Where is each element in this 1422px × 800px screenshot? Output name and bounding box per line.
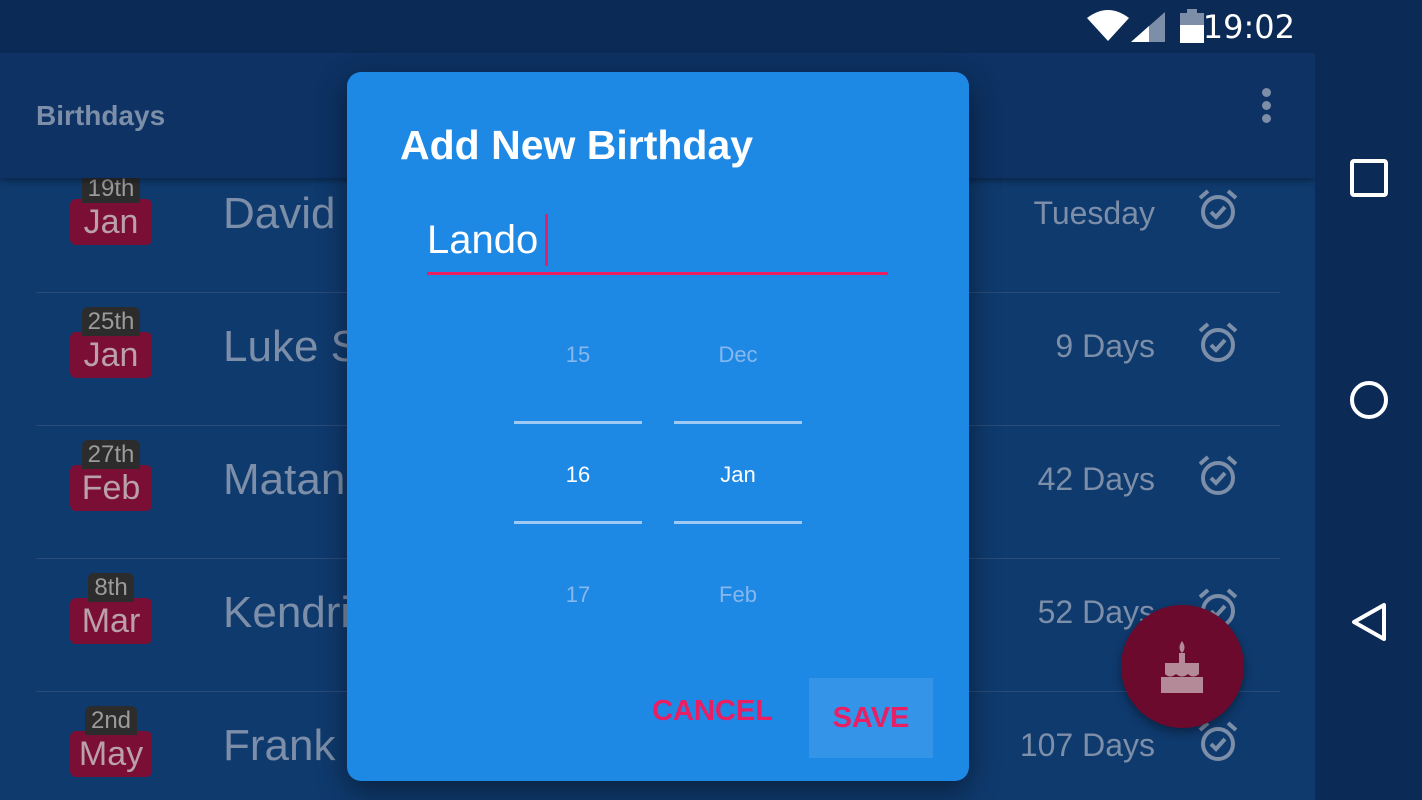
date-month: Feb — [70, 465, 152, 511]
signal-icon — [1131, 12, 1165, 42]
day-picker[interactable]: 15 16 17 — [514, 317, 642, 637]
wifi-icon — [1087, 10, 1129, 41]
name-input-value: Lando — [427, 218, 539, 262]
text-cursor — [545, 214, 548, 266]
person-name: Luke S — [223, 322, 360, 371]
days-until: Tuesday — [1033, 195, 1155, 231]
month-option-selected[interactable]: Jan — [674, 462, 802, 488]
date-badge: 2nd May — [70, 706, 152, 777]
date-month: May — [70, 731, 152, 777]
toolbar-title: Birthdays — [36, 100, 166, 131]
day-option-prev[interactable]: 15 — [514, 342, 642, 368]
month-picker[interactable]: Dec Jan Feb — [674, 317, 802, 637]
date-month: Mar — [70, 598, 152, 644]
home-icon[interactable] — [1349, 380, 1389, 420]
navigation-bar — [1315, 0, 1422, 800]
dialog-title: Add New Birthday — [400, 122, 754, 168]
name-input[interactable]: Lando — [427, 212, 888, 275]
date-badge: 8th Mar — [70, 573, 152, 644]
status-time: 19:02 — [1202, 8, 1295, 46]
day-option-selected[interactable]: 16 — [514, 462, 642, 488]
add-birthday-dialog: Add New Birthday Lando 15 16 17 Dec Jan … — [347, 72, 969, 781]
days-until: 107 Days — [1019, 727, 1155, 763]
cancel-button[interactable]: CANCEL — [645, 686, 780, 736]
add-birthday-fab[interactable] — [1121, 605, 1244, 728]
person-name: David I — [223, 189, 360, 238]
date-month: Jan — [70, 199, 152, 245]
date-month: Jan — [70, 332, 152, 378]
cake-icon — [1161, 641, 1203, 693]
picker-divider — [674, 521, 802, 524]
person-name: Kendri — [223, 588, 351, 637]
month-option-prev[interactable]: Dec — [674, 342, 802, 368]
alarm-check-icon[interactable] — [1197, 189, 1239, 231]
status-bar: 19:02 — [0, 0, 1315, 53]
picker-divider — [514, 421, 642, 424]
person-name: Frank I — [223, 721, 360, 770]
alarm-check-icon[interactable] — [1197, 721, 1239, 763]
picker-divider — [674, 421, 802, 424]
alarm-check-icon[interactable] — [1197, 455, 1239, 497]
date-badge: 19th Jan — [70, 174, 152, 245]
back-icon[interactable] — [1349, 602, 1389, 642]
day-option-next[interactable]: 17 — [514, 582, 642, 608]
battery-icon — [1180, 9, 1204, 43]
days-until: 9 Days — [1055, 328, 1155, 364]
recents-icon[interactable] — [1349, 158, 1389, 198]
date-badge: 27th Feb — [70, 440, 152, 511]
date-badge: 25th Jan — [70, 307, 152, 378]
alarm-check-icon[interactable] — [1197, 322, 1239, 364]
person-name: Matan — [223, 455, 346, 504]
month-option-next[interactable]: Feb — [674, 582, 802, 608]
picker-divider — [514, 521, 642, 524]
days-until: 42 Days — [1037, 461, 1155, 497]
save-button[interactable]: SAVE — [809, 678, 933, 758]
more-vert-icon[interactable] — [1258, 88, 1274, 128]
